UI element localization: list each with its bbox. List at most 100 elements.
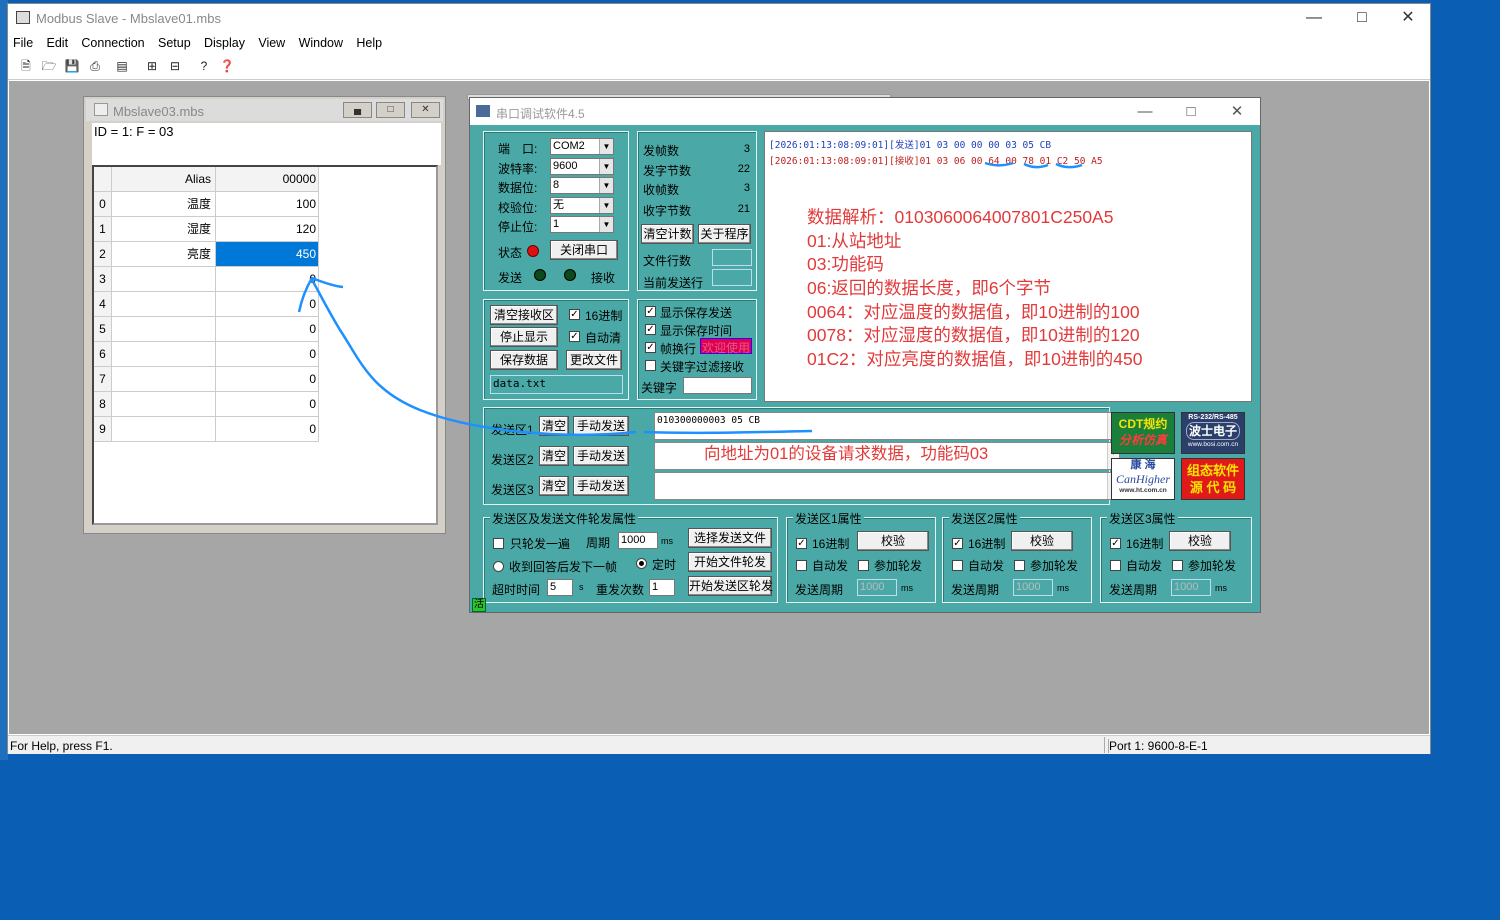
row-header[interactable]: 7 <box>94 367 112 392</box>
parity-select[interactable]: 无 ▼ <box>550 197 614 214</box>
value-cell[interactable]: 0 <box>216 342 319 367</box>
period-input[interactable]: 1000 <box>618 532 658 549</box>
menu-view[interactable]: View <box>253 33 290 50</box>
area-auto-send-checkbox[interactable] <box>1110 560 1121 571</box>
alias-cell[interactable]: 亮度 <box>112 242 216 267</box>
value-cell[interactable]: 120 <box>216 217 319 242</box>
value-cell[interactable]: 100 <box>216 192 319 217</box>
area-auto-send-checkbox[interactable] <box>796 560 807 571</box>
alias-cell[interactable] <box>112 292 216 317</box>
connect-icon[interactable]: ⊞ <box>144 58 160 74</box>
open-folder-icon[interactable]: 🗁 <box>41 58 57 74</box>
start-file-cycle-button[interactable]: 开始文件轮发 <box>688 552 772 572</box>
column-header-address[interactable]: 00000 <box>216 167 319 192</box>
send-area-2-send-button[interactable]: 手动发送 <box>573 446 629 466</box>
row-header[interactable]: 4 <box>94 292 112 317</box>
area-auto-send-checkbox[interactable] <box>952 560 963 571</box>
clear-count-button[interactable]: 清空计数 <box>641 224 694 244</box>
alias-cell[interactable] <box>112 267 216 292</box>
show-save-send-checkbox[interactable]: ✓ <box>645 306 656 317</box>
hex-recv-checkbox[interactable]: ✓ <box>569 309 580 320</box>
maximize-button[interactable]: □ <box>1339 4 1385 32</box>
value-cell[interactable]: 0 <box>216 267 319 292</box>
area-hex-checkbox[interactable]: ✓ <box>796 538 807 549</box>
menu-window[interactable]: Window <box>294 33 348 50</box>
keyword-filter-checkbox[interactable] <box>645 360 656 371</box>
config-software-ad[interactable]: 组态软件 源 代 码 <box>1181 458 1245 500</box>
area-period-input[interactable]: 1000 <box>1171 579 1211 596</box>
value-cell[interactable]: 0 <box>216 292 319 317</box>
menu-edit[interactable]: Edit <box>42 33 74 50</box>
alias-cell[interactable] <box>112 317 216 342</box>
timeout-input[interactable]: 5 <box>547 579 573 596</box>
change-file-button[interactable]: 更改文件 <box>566 350 622 370</box>
child-maximize-button[interactable]: □ <box>376 102 405 118</box>
alias-cell[interactable]: 湿度 <box>112 217 216 242</box>
area-checksum-button[interactable]: 校验 <box>1169 531 1231 551</box>
menu-help[interactable]: Help <box>351 33 387 50</box>
child-close-button[interactable]: ✕ <box>411 102 440 118</box>
send-area-1-clear-button[interactable]: 清空 <box>539 416 569 436</box>
row-header[interactable]: 9 <box>94 417 112 442</box>
select-send-file-button[interactable]: 选择发送文件 <box>688 528 772 548</box>
cdt-ad[interactable]: CDT规约 分析仿真 <box>1111 412 1175 454</box>
baud-select[interactable]: 9600 ▼ <box>550 158 614 175</box>
send-once-checkbox[interactable] <box>493 538 504 549</box>
row-header[interactable]: 8 <box>94 392 112 417</box>
alias-cell[interactable]: 温度 <box>112 192 216 217</box>
menu-file[interactable]: File <box>8 33 38 50</box>
auto-clear-checkbox[interactable]: ✓ <box>569 331 580 342</box>
send-area-3-send-button[interactable]: 手动发送 <box>573 476 629 496</box>
register-grid[interactable]: Alias 00000 0 温度 100 1 湿度 120 2 亮度 450 3 0 4 0 5 0 6 0 7 0… <box>92 165 438 525</box>
area-checksum-button[interactable]: 校验 <box>1011 531 1073 551</box>
value-cell[interactable]: 450 <box>216 242 319 267</box>
row-header[interactable]: 2 <box>94 242 112 267</box>
minimize-button[interactable]: — <box>1291 4 1337 32</box>
close-button[interactable]: ✕ <box>1385 4 1431 32</box>
receive-area[interactable]: [2026:01:13:08:09:01][发送]01 03 00 00 00 … <box>764 131 1252 402</box>
row-header[interactable]: 0 <box>94 192 112 217</box>
child-minimize-button[interactable]: ▄ <box>343 102 372 118</box>
print-icon[interactable]: ⎙ <box>87 58 103 74</box>
alias-cell[interactable] <box>112 342 216 367</box>
serial-close-button[interactable]: ✕ <box>1214 98 1260 125</box>
send-area-3-input[interactable]: ▲▼ <box>654 472 1120 500</box>
area-checksum-button[interactable]: 校验 <box>857 531 929 551</box>
about-button[interactable]: 关于程序 <box>698 224 751 244</box>
close-port-button[interactable]: 关闭串口 <box>550 240 618 260</box>
value-cell[interactable]: 0 <box>216 367 319 392</box>
port-select[interactable]: COM2 ▼ <box>550 138 614 155</box>
menu-display[interactable]: Display <box>199 33 250 50</box>
row-header[interactable]: 3 <box>94 267 112 292</box>
timed-radio[interactable] <box>636 558 647 569</box>
clear-recv-button[interactable]: 清空接收区 <box>490 305 558 325</box>
alias-cell[interactable] <box>112 367 216 392</box>
keyword-input[interactable] <box>683 377 752 394</box>
retry-input[interactable]: 1 <box>649 579 675 596</box>
start-area-cycle-button[interactable]: 开始发送区轮发 <box>688 576 773 596</box>
stop-display-button[interactable]: 停止显示 <box>490 327 558 347</box>
save-data-button[interactable]: 保存数据 <box>490 350 558 370</box>
area-period-input[interactable]: 1000 <box>1013 579 1053 596</box>
area-period-input[interactable]: 1000 <box>857 579 897 596</box>
value-cell[interactable]: 0 <box>216 392 319 417</box>
frame-newline-checkbox[interactable]: ✓ <box>645 342 656 353</box>
area-join-cycle-checkbox[interactable] <box>1172 560 1183 571</box>
after-reply-radio[interactable] <box>493 561 504 572</box>
column-header-alias[interactable]: Alias <box>112 167 216 192</box>
help-icon[interactable]: ? <box>196 58 212 74</box>
window-icon[interactable]: ▤ <box>114 58 130 74</box>
menu-connection[interactable]: Connection <box>76 33 149 50</box>
row-header[interactable]: 5 <box>94 317 112 342</box>
area-hex-checkbox[interactable]: ✓ <box>952 538 963 549</box>
serial-minimize-button[interactable]: — <box>1122 98 1168 125</box>
show-save-time-checkbox[interactable]: ✓ <box>645 324 656 335</box>
disconnect-icon[interactable]: ⊟ <box>167 58 183 74</box>
area-join-cycle-checkbox[interactable] <box>858 560 869 571</box>
canhigher-ad[interactable]: 康 海 CanHigher www.ht.com.cn <box>1111 458 1175 500</box>
menu-setup[interactable]: Setup <box>153 33 196 50</box>
alias-cell[interactable] <box>112 417 216 442</box>
value-cell[interactable]: 0 <box>216 417 319 442</box>
alias-cell[interactable] <box>112 392 216 417</box>
save-icon[interactable]: 💾 <box>64 58 80 74</box>
